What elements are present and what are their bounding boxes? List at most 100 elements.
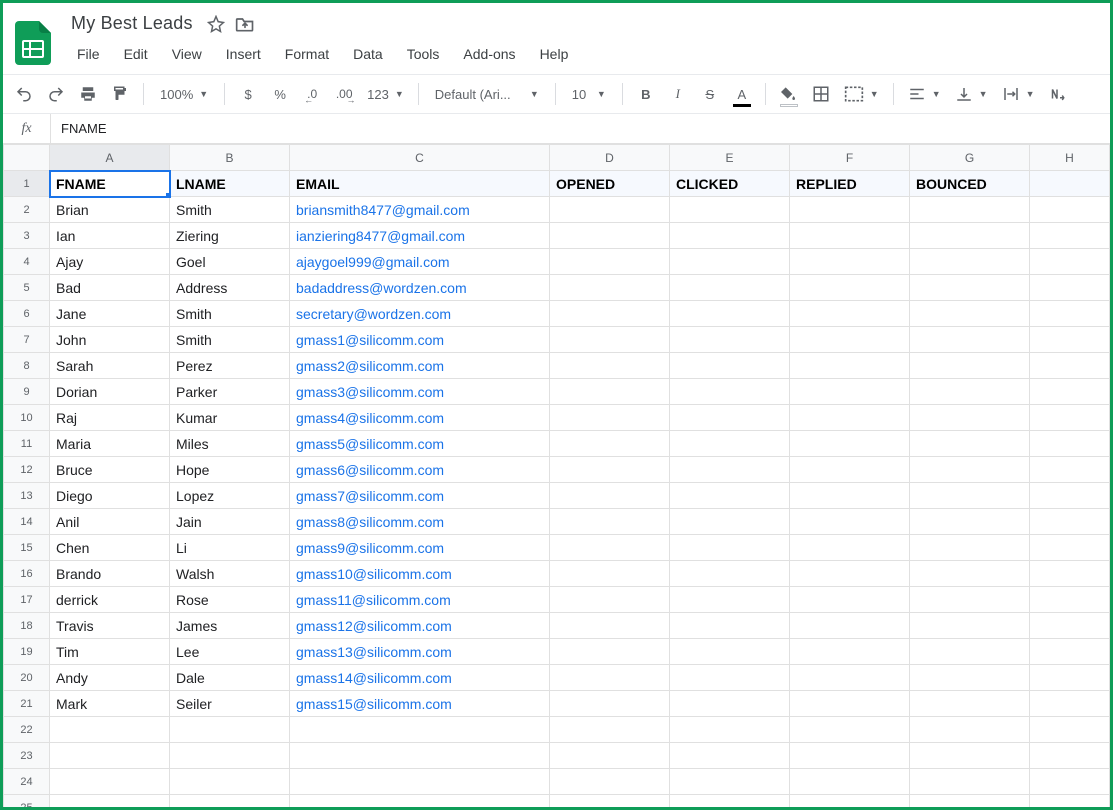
cell[interactable] [670, 665, 790, 691]
row-header[interactable]: 6 [4, 301, 50, 327]
text-wrap-button[interactable]: ▼ [996, 79, 1041, 109]
row-header[interactable]: 16 [4, 561, 50, 587]
cell[interactable]: REPLIED [790, 171, 910, 197]
doc-title[interactable]: My Best Leads [67, 11, 197, 36]
menu-view[interactable]: View [162, 42, 212, 66]
cell[interactable] [670, 587, 790, 613]
bold-button[interactable]: B [631, 79, 661, 109]
vertical-align-button[interactable]: ▼ [949, 79, 994, 109]
cell[interactable] [790, 665, 910, 691]
cell[interactable] [910, 353, 1030, 379]
cell[interactable] [910, 691, 1030, 717]
cell[interactable] [1030, 457, 1110, 483]
cell[interactable]: OPENED [550, 171, 670, 197]
cell[interactable] [50, 769, 170, 795]
cell[interactable] [550, 483, 670, 509]
row-header[interactable]: 7 [4, 327, 50, 353]
cell[interactable] [790, 301, 910, 327]
sheets-logo[interactable] [11, 21, 55, 65]
cell[interactable] [1030, 717, 1110, 743]
cell[interactable] [910, 483, 1030, 509]
cell[interactable] [550, 509, 670, 535]
cell[interactable] [1030, 769, 1110, 795]
cell[interactable] [790, 613, 910, 639]
move-to-drive-icon[interactable] [235, 15, 255, 33]
cell[interactable] [790, 197, 910, 223]
print-button[interactable] [73, 79, 103, 109]
cell[interactable] [1030, 223, 1110, 249]
cell[interactable] [290, 795, 550, 808]
cell[interactable]: gmass15@silicomm.com [290, 691, 550, 717]
menu-tools[interactable]: Tools [397, 42, 450, 66]
cell[interactable]: Li [170, 535, 290, 561]
cell[interactable] [670, 405, 790, 431]
row-header[interactable]: 23 [4, 743, 50, 769]
cell[interactable]: Mark [50, 691, 170, 717]
cell[interactable] [550, 665, 670, 691]
menu-edit[interactable]: Edit [114, 42, 158, 66]
cell[interactable] [1030, 379, 1110, 405]
row-header[interactable]: 19 [4, 639, 50, 665]
cell[interactable] [670, 301, 790, 327]
cell[interactable]: Dorian [50, 379, 170, 405]
cell[interactable] [910, 431, 1030, 457]
cell[interactable] [670, 457, 790, 483]
cell[interactable] [550, 379, 670, 405]
cell[interactable] [790, 717, 910, 743]
cell[interactable]: Diego [50, 483, 170, 509]
cell[interactable] [1030, 743, 1110, 769]
row-header[interactable]: 8 [4, 353, 50, 379]
cell[interactable] [790, 223, 910, 249]
horizontal-align-button[interactable]: ▼ [902, 79, 947, 109]
cell[interactable]: gmass6@silicomm.com [290, 457, 550, 483]
cell[interactable] [910, 275, 1030, 301]
cell[interactable] [910, 249, 1030, 275]
decrease-decimal-button[interactable]: .0← [297, 79, 327, 109]
cell[interactable] [550, 249, 670, 275]
increase-decimal-button[interactable]: .00→ [329, 79, 359, 109]
col-header-F[interactable]: F [790, 145, 910, 171]
cell[interactable]: Smith [170, 301, 290, 327]
cell[interactable] [290, 769, 550, 795]
cell[interactable]: gmass3@silicomm.com [290, 379, 550, 405]
cell[interactable]: Kumar [170, 405, 290, 431]
cell[interactable] [790, 249, 910, 275]
cell[interactable]: gmass5@silicomm.com [290, 431, 550, 457]
cell[interactable]: secretary@wordzen.com [290, 301, 550, 327]
cell[interactable] [670, 431, 790, 457]
row-header[interactable]: 5 [4, 275, 50, 301]
cell[interactable] [910, 613, 1030, 639]
cell[interactable] [550, 561, 670, 587]
cell[interactable] [1030, 405, 1110, 431]
menu-format[interactable]: Format [275, 42, 339, 66]
cell[interactable] [910, 795, 1030, 808]
cell[interactable] [670, 249, 790, 275]
cell[interactable] [550, 457, 670, 483]
font-family-dropdown[interactable]: Default (Ari... ▼ [427, 79, 547, 109]
row-header[interactable]: 20 [4, 665, 50, 691]
fill-color-button[interactable] [774, 79, 804, 109]
col-header-A[interactable]: A [50, 145, 170, 171]
cell[interactable] [1030, 561, 1110, 587]
cell[interactable] [290, 717, 550, 743]
cell[interactable] [550, 795, 670, 808]
row-header[interactable]: 18 [4, 613, 50, 639]
cell[interactable]: Walsh [170, 561, 290, 587]
cell[interactable]: Rose [170, 587, 290, 613]
cell[interactable]: Brian [50, 197, 170, 223]
cell[interactable]: CLICKED [670, 171, 790, 197]
cell[interactable]: Anil [50, 509, 170, 535]
cell[interactable] [910, 509, 1030, 535]
cell[interactable] [550, 769, 670, 795]
cell[interactable] [550, 405, 670, 431]
cell[interactable]: gmass11@silicomm.com [290, 587, 550, 613]
cell[interactable] [910, 665, 1030, 691]
cell[interactable] [1030, 483, 1110, 509]
cell[interactable]: Travis [50, 613, 170, 639]
menu-insert[interactable]: Insert [216, 42, 271, 66]
cell[interactable] [550, 197, 670, 223]
text-color-button[interactable]: A [727, 79, 757, 109]
cell[interactable] [550, 327, 670, 353]
cell[interactable] [1030, 587, 1110, 613]
merge-cells-button[interactable]: ▼ [838, 79, 885, 109]
